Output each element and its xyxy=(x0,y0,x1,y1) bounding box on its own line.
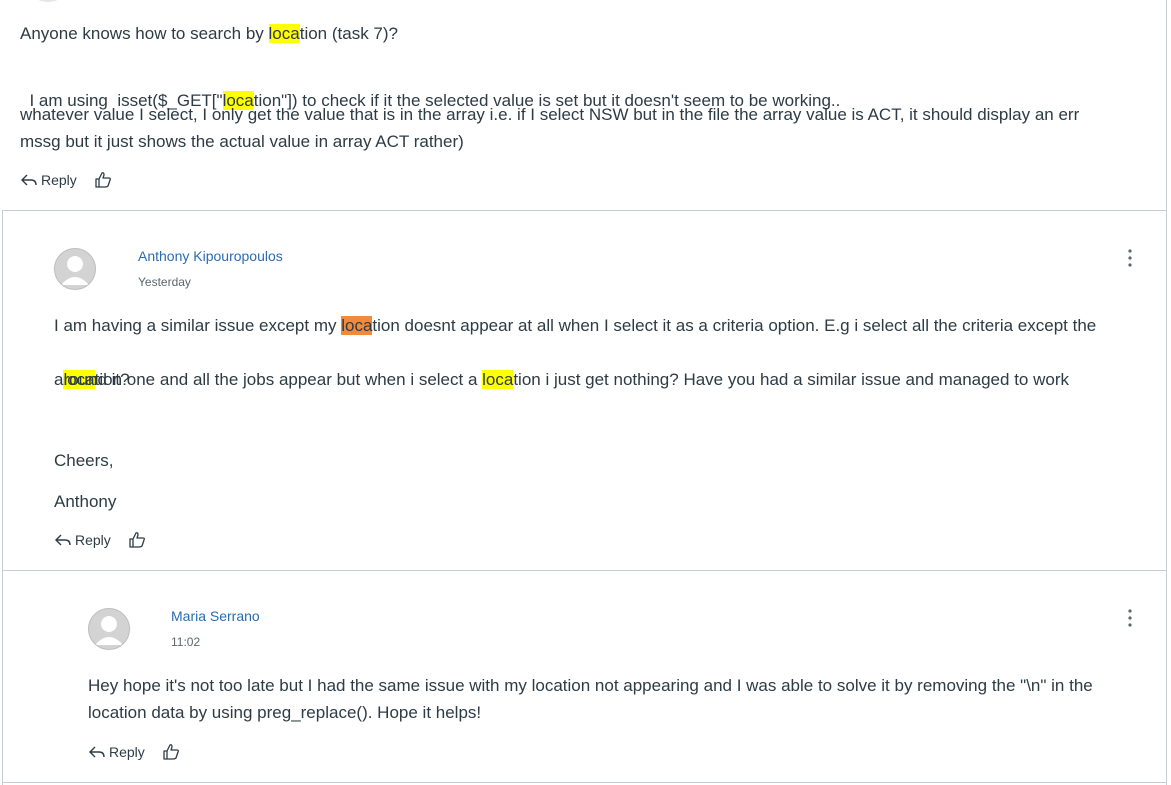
reply-button[interactable]: Reply xyxy=(20,172,77,188)
post3-line1: Hey hope it's not too late but I had the… xyxy=(88,676,1093,695)
border-right xyxy=(1166,0,1167,785)
post3-line2: location data by using preg_replace(). H… xyxy=(88,703,482,722)
post3-actions: Reply xyxy=(88,742,181,762)
like-icon[interactable] xyxy=(161,742,181,762)
reply-arrow-icon xyxy=(89,746,105,758)
search-highlight: loca xyxy=(268,24,300,43)
post-timestamp: Yesterday xyxy=(138,275,191,289)
author-name[interactable]: Maria Serrano xyxy=(171,608,260,624)
reply-button[interactable]: Reply xyxy=(54,532,111,548)
divider xyxy=(2,570,1167,571)
avatar-icon xyxy=(95,616,123,645)
post2-signature: Anthony xyxy=(54,492,117,511)
post2-cheers: Cheers, xyxy=(54,451,114,470)
post1-line3b: mssg but it just shows the actual value … xyxy=(20,132,464,151)
divider xyxy=(2,210,1167,211)
divider xyxy=(2,782,1167,783)
avatar[interactable] xyxy=(88,608,130,650)
reply-label: Reply xyxy=(109,744,145,760)
like-icon[interactable] xyxy=(93,170,113,190)
post2-line2: location one and all the jobs appear but… xyxy=(63,370,1069,389)
post-timestamp: 11:02 xyxy=(171,635,201,649)
more-options-icon[interactable] xyxy=(1124,608,1136,628)
avatar-icon xyxy=(61,256,89,285)
reply-button[interactable]: Reply xyxy=(88,744,145,760)
post1-line3a: whatever value I select, I only get the … xyxy=(20,105,1080,124)
top-avatar-partial xyxy=(28,0,68,2)
active-search-highlight: loca xyxy=(341,316,373,335)
more-options-icon[interactable] xyxy=(1124,248,1136,268)
like-icon[interactable] xyxy=(127,530,147,550)
reply-label: Reply xyxy=(75,532,111,548)
search-highlight: loca xyxy=(482,370,514,389)
author-name[interactable]: Anthony Kipouropoulos xyxy=(138,248,283,264)
reply-arrow-icon xyxy=(21,174,37,186)
post2-line3: around it? xyxy=(54,370,130,389)
reply-label: Reply xyxy=(41,172,77,188)
post2-actions: Reply xyxy=(54,530,147,550)
reply-arrow-icon xyxy=(55,534,71,546)
post1-actions: Reply xyxy=(20,170,113,190)
post1-line1: Anyone knows how to search by location (… xyxy=(20,24,398,43)
avatar[interactable] xyxy=(54,248,96,290)
border-left xyxy=(2,210,3,785)
post2-line1: I am having a similar issue except my lo… xyxy=(54,316,1097,335)
